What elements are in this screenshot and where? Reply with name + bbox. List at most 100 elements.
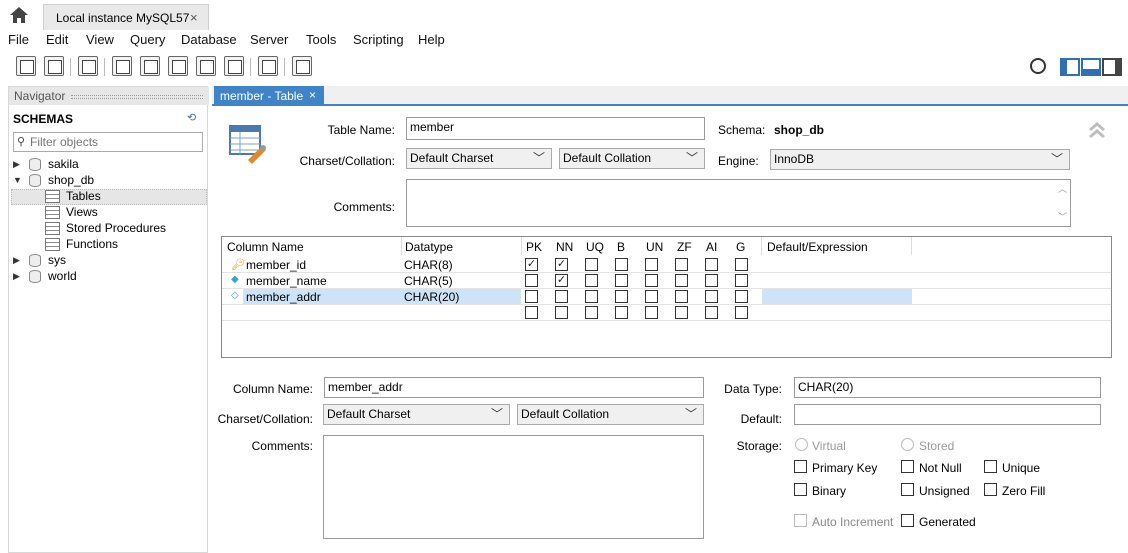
unique-checkbox[interactable] [984, 460, 997, 473]
generated-checkbox[interactable] [901, 514, 914, 527]
column-separator[interactable] [521, 237, 522, 255]
menu-help[interactable]: Help [418, 32, 445, 47]
auto-increment-checkbox[interactable] [794, 514, 807, 527]
virtual-radio[interactable] [795, 438, 808, 451]
filter-objects-box[interactable]: ⚲ [13, 132, 203, 152]
close-editor-tab-icon[interactable]: × [309, 88, 316, 102]
column-charset-select[interactable]: Default Charset ﹀ [323, 404, 510, 425]
unsigned-checkbox[interactable] [901, 483, 914, 496]
default-input[interactable] [794, 404, 1101, 425]
nn-checkbox[interactable] [555, 290, 568, 303]
uq-checkbox[interactable] [585, 258, 598, 271]
expand-arrow-icon[interactable]: ▶ [13, 255, 20, 266]
b-checkbox[interactable] [615, 258, 628, 271]
connection-tab[interactable]: Local instance MySQL57 × [43, 4, 209, 30]
table-row[interactable]: ◆ member_name CHAR(5) [222, 273, 1111, 289]
column-name-cell[interactable]: member_addr [246, 290, 321, 304]
columns-grid[interactable]: Column Name Datatype PK NN UQ B UN ZF AI… [221, 236, 1112, 358]
column-separator[interactable] [401, 237, 402, 255]
column-name-cell[interactable]: member_name [246, 274, 327, 288]
table-comments-textarea[interactable]: ︿ ﹀ [406, 179, 1071, 227]
pk-checkbox[interactable] [525, 274, 538, 287]
nn-checkbox[interactable] [555, 306, 568, 319]
b-checkbox[interactable] [615, 290, 628, 303]
datatype-cell[interactable]: CHAR(8) [404, 258, 453, 272]
inspector-icon[interactable] [78, 56, 98, 76]
charset-select[interactable]: Default Charset ﹀ [406, 148, 552, 169]
column-name-input[interactable]: member_addr [324, 377, 704, 398]
col-header-ai[interactable]: AI [706, 240, 717, 254]
scroll-down-icon[interactable]: ﹀ [1058, 210, 1067, 223]
table-name-input[interactable]: member [406, 117, 705, 140]
reconnect-icon[interactable] [292, 56, 312, 76]
open-sql-script-icon[interactable] [44, 56, 64, 76]
zf-checkbox[interactable] [675, 290, 688, 303]
tree-item-views[interactable]: Views [45, 205, 195, 221]
pk-checkbox[interactable] [525, 306, 538, 319]
datatype-cell[interactable]: CHAR(5) [404, 274, 453, 288]
uq-checkbox[interactable] [585, 306, 598, 319]
un-checkbox[interactable] [645, 274, 658, 287]
toggle-output-icon[interactable] [1081, 58, 1101, 76]
menu-database[interactable]: Database [181, 32, 237, 47]
column-separator[interactable] [911, 237, 912, 255]
filter-objects-input[interactable] [30, 135, 200, 149]
col-header-g[interactable]: G [736, 240, 745, 254]
primary-key-checkbox[interactable] [794, 460, 807, 473]
create-view-icon[interactable] [168, 56, 188, 76]
toggle-secondary-sidebar-icon[interactable] [1102, 58, 1122, 76]
col-header-pk[interactable]: PK [526, 240, 542, 254]
table-row-selected[interactable]: ◇ member_addr CHAR(20) [222, 289, 1111, 305]
un-checkbox[interactable] [645, 306, 658, 319]
zf-checkbox[interactable] [675, 258, 688, 271]
new-sql-tab-icon[interactable] [16, 56, 36, 76]
settings-icon[interactable] [1030, 58, 1046, 74]
binary-checkbox[interactable] [794, 483, 807, 496]
zero-fill-checkbox[interactable] [984, 483, 997, 496]
collation-select[interactable]: Default Collation ﹀ [559, 148, 705, 169]
col-header-nn[interactable]: NN [556, 240, 573, 254]
col-header-default-expression[interactable]: Default/Expression [767, 240, 868, 254]
col-header-uq[interactable]: UQ [586, 240, 604, 254]
col-header-b[interactable]: B [617, 240, 625, 254]
editor-tab-member-table[interactable]: member - Table × [214, 86, 324, 106]
create-function-icon[interactable] [224, 56, 244, 76]
stored-radio[interactable] [901, 438, 914, 451]
grip-handle[interactable] [71, 95, 203, 99]
menu-view[interactable]: View [86, 32, 114, 47]
col-header-un[interactable]: UN [646, 240, 663, 254]
collapse-header-icon[interactable] [1086, 118, 1108, 140]
menu-edit[interactable]: Edit [46, 32, 68, 47]
menu-file[interactable]: File [8, 32, 29, 47]
g-checkbox[interactable] [735, 274, 748, 287]
data-type-input[interactable]: CHAR(20) [794, 377, 1101, 398]
column-comments-textarea[interactable] [323, 435, 704, 539]
collapse-arrow-icon[interactable]: ▼ [13, 175, 22, 185]
not-null-checkbox[interactable] [901, 460, 914, 473]
menu-server[interactable]: Server [250, 32, 288, 47]
table-row-new[interactable] [222, 305, 1111, 321]
create-table-icon[interactable] [140, 56, 160, 76]
col-header-datatype[interactable]: Datatype [405, 240, 453, 254]
column-separator[interactable] [761, 237, 762, 255]
home-icon[interactable] [8, 5, 34, 27]
menu-tools[interactable]: Tools [306, 32, 336, 47]
datatype-cell[interactable]: CHAR(20) [404, 290, 459, 304]
tree-item-functions[interactable]: Functions [45, 237, 195, 253]
expand-arrow-icon[interactable]: ▶ [13, 271, 20, 282]
toggle-sidebar-icon[interactable] [1060, 58, 1080, 76]
expand-arrow-icon[interactable]: ▶ [13, 159, 20, 170]
table-row[interactable]: 🔑︎ member_id CHAR(8) [222, 257, 1111, 273]
tree-item-tables[interactable]: Tables [45, 189, 195, 205]
ai-checkbox[interactable] [705, 306, 718, 319]
pk-checkbox[interactable] [525, 290, 538, 303]
column-collation-select[interactable]: Default Collation ﹀ [517, 404, 704, 425]
zf-checkbox[interactable] [675, 274, 688, 287]
pk-checkbox[interactable] [525, 258, 538, 271]
nn-checkbox[interactable] [555, 258, 568, 271]
g-checkbox[interactable] [735, 258, 748, 271]
ai-checkbox[interactable] [705, 274, 718, 287]
tree-item-world[interactable]: ▶ world [13, 269, 203, 285]
zf-checkbox[interactable] [675, 306, 688, 319]
menu-query[interactable]: Query [130, 32, 165, 47]
